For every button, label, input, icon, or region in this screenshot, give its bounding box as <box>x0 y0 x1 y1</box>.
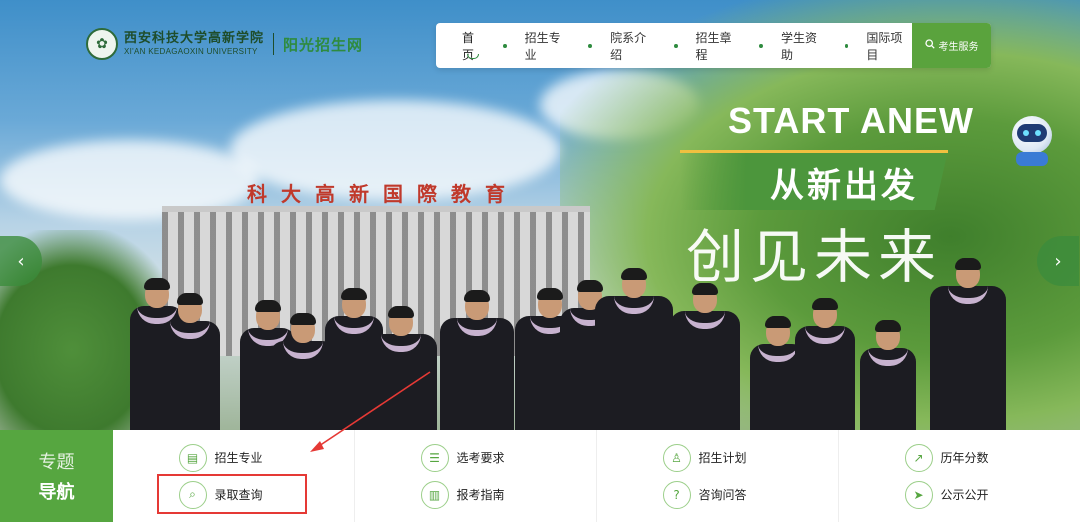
qa-icon: ? <box>662 480 691 509</box>
university-name-en: XI'AN KEDAGAOXIN UNIVERSITY <box>124 47 258 56</box>
nav-item-label: 院系介绍 <box>610 30 647 62</box>
quick-link-label: 历年分数 <box>940 451 989 465</box>
nav-separator-dot <box>759 43 763 48</box>
quick-link-majors[interactable]: ▤ 招生专业 <box>169 439 299 476</box>
nav-separator-dot <box>673 43 678 48</box>
topic-navigation-title: 专题 导航 <box>0 430 113 522</box>
quick-link-label: 报考指南 <box>456 488 505 502</box>
quick-link-subject-requirements[interactable]: ☰ 选考要求 <box>411 439 541 476</box>
quick-link-label: 咨询问答 <box>698 488 747 502</box>
graduate <box>595 268 673 430</box>
quick-nav-column: ↗ 历年分数 ➤ 公示公开 <box>839 430 1080 522</box>
nav-item-label: 招生章程 <box>695 30 732 62</box>
quick-link-label: 招生计划 <box>698 451 747 465</box>
user-plan-icon: ♙ <box>662 443 691 472</box>
nav-item-label: 招生专业 <box>524 30 561 62</box>
line-chart-icon: ↗ <box>904 443 933 472</box>
topic-title-line2: 导航 <box>38 482 75 503</box>
graduates-crowd <box>120 258 1080 430</box>
quick-nav-column: ☰ 选考要求 ▥ 报考指南 <box>355 430 597 522</box>
topic-title-line1: 专题 <box>38 452 75 473</box>
graduate <box>860 320 916 430</box>
nav-item-international[interactable]: 国际项目 <box>866 23 912 68</box>
nav-separator-dot <box>844 43 849 48</box>
site-logo[interactable]: ✿ 西安科技大学高新学院 XI'AN KEDAGAOXIN UNIVERSITY… <box>86 28 363 60</box>
graduate <box>795 298 855 430</box>
quick-link-qa[interactable]: ? 咨询问答 <box>653 476 783 513</box>
nav-item-charter[interactable]: 招生章程 <box>696 23 742 68</box>
quick-link-past-scores[interactable]: ↗ 历年分数 <box>895 439 1025 476</box>
slogan-accent-line <box>680 150 948 153</box>
nav-separator-dot <box>502 43 507 48</box>
slogan-chinese-1: 从新出发 <box>770 166 918 206</box>
graduate <box>160 293 220 430</box>
quick-link-label: 公示公开 <box>940 488 989 502</box>
nav-item-financial-aid[interactable]: 学生资助 <box>781 23 827 68</box>
main-navbar: 首页 招生专业 院系介绍 招生章程 学生资助 国际项目 考生服务 <box>436 23 991 68</box>
book-icon: ▤ <box>178 443 207 472</box>
nav-item-label: 学生资助 <box>780 30 817 62</box>
quick-link-application-guide[interactable]: ▥ 报考指南 <box>411 476 541 513</box>
nav-item-departments[interactable]: 院系介绍 <box>610 23 656 68</box>
nav-item-majors[interactable]: 招生专业 <box>525 23 571 68</box>
graduate <box>670 283 740 430</box>
graduate <box>365 306 437 430</box>
quick-link-label: 招生专业 <box>214 451 263 465</box>
building-sign: 科大高新国際教育 <box>247 182 519 206</box>
search-icon <box>924 39 935 52</box>
quick-nav-column: ♙ 招生计划 ? 咨询问答 <box>597 430 839 522</box>
nav-item-home[interactable]: 首页 <box>462 23 485 68</box>
list-icon: ☰ <box>420 443 449 472</box>
quick-link-enrollment-plan[interactable]: ♙ 招生计划 <box>653 439 783 476</box>
graduate <box>440 290 514 430</box>
nav-separator-dot <box>588 43 593 48</box>
carousel-next-button[interactable]: › <box>1037 236 1079 286</box>
student-service-button[interactable]: 考生服务 <box>912 23 991 68</box>
quick-link-public-notice[interactable]: ➤ 公示公开 <box>895 476 1025 513</box>
guide-book-icon: ▥ <box>420 480 449 509</box>
student-service-label: 考生服务 <box>938 42 979 53</box>
annotation-highlight-box <box>157 474 307 514</box>
quick-link-label: 选考要求 <box>456 451 505 465</box>
nav-item-label: 国际项目 <box>866 30 903 62</box>
university-seal-icon: ✿ <box>86 28 118 60</box>
university-name-cn: 西安科技大学高新学院 <box>124 31 265 46</box>
logo-divider <box>273 33 275 55</box>
slogan-chinese-2: 创见未来 <box>686 223 943 291</box>
robot-assistant-icon[interactable] <box>1004 112 1058 168</box>
send-icon: ➤ <box>904 480 933 509</box>
site-name: 阳光招生网 <box>283 35 364 54</box>
slogan-english: START ANEW <box>728 100 974 141</box>
